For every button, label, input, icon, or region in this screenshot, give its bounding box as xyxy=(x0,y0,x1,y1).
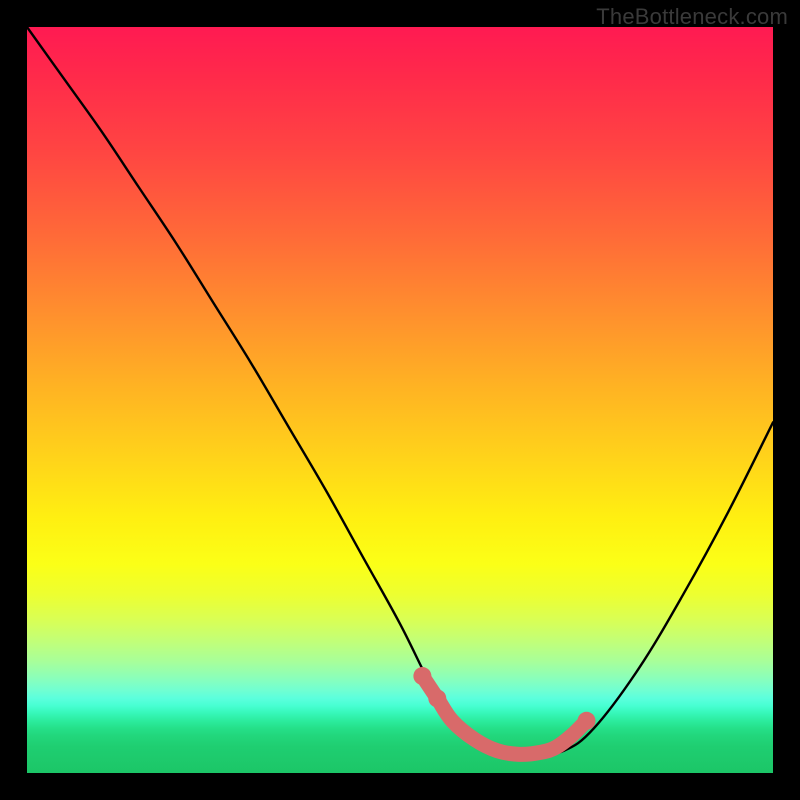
optimal-zone-dots xyxy=(413,667,595,730)
highlight-dot xyxy=(413,667,431,685)
highlight-dot xyxy=(578,712,596,730)
chart-container: TheBottleneck.com xyxy=(0,0,800,800)
watermark-text: TheBottleneck.com xyxy=(596,4,788,30)
curve-svg xyxy=(27,27,773,773)
optimal-zone-path xyxy=(422,676,586,754)
bottleneck-curve-path xyxy=(27,27,773,755)
highlight-dot xyxy=(428,689,446,707)
plot-area xyxy=(27,27,773,773)
